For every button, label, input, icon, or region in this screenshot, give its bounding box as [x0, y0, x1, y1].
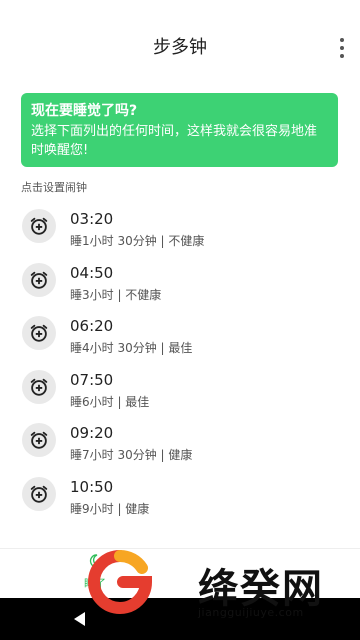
alarm-desc: 睡1小时 30分钟 | 不健康 — [70, 234, 205, 248]
app-title: 步多钟 — [153, 37, 207, 58]
card-body: 选择下面列出的任何时间，这样我就会很容易地准时唤醒您! — [31, 124, 318, 158]
alarm-time: 06:20 — [70, 317, 114, 335]
alarm-add-icon[interactable] — [22, 369, 56, 404]
alarm-desc: 睡7小时 30分钟 | 健康 — [70, 448, 193, 462]
alarm-list: 03:20 睡1小时 30分钟 | 不健康 04:50 睡3小时 | 不健康 0… — [0, 203, 360, 524]
alarm-add-icon[interactable] — [22, 423, 56, 457]
alarm-add-icon[interactable] — [22, 316, 56, 350]
alarm-add-icon[interactable] — [22, 476, 56, 511]
sleep-prompt-card: 现在要睡觉了吗? 选择下面列出的任何时间，这样我就会很容易地准时唤醒您! — [21, 93, 338, 167]
alarm-item[interactable]: 06:20 睡4小时 30分钟 | 最佳 — [0, 310, 360, 364]
alarm-time: 03:20 — [70, 210, 114, 228]
alarm-time: 09:20 — [70, 424, 114, 442]
alarm-item[interactable]: 07:50 睡6小时 | 最佳 — [0, 364, 360, 418]
alarm-desc: 睡6小时 | 最佳 — [70, 394, 150, 409]
alarm-time: 10:50 — [70, 477, 114, 496]
alarm-desc: 睡9小时 | 健康 — [70, 501, 150, 516]
alarm-item[interactable]: 10:50 睡9小时 | 健康 — [0, 471, 360, 525]
alarm-item[interactable]: 03:20 睡1小时 30分钟 | 不健康 — [0, 203, 360, 257]
more-vert-icon[interactable] — [334, 38, 350, 58]
alarm-add-icon[interactable] — [22, 209, 56, 243]
watermark-logo — [88, 550, 152, 614]
alarm-add-icon[interactable] — [22, 262, 56, 297]
alarm-desc: 睡4小时 30分钟 | 最佳 — [70, 341, 193, 355]
section-label: 点击设置闹钟 — [21, 181, 87, 194]
app-bar: 步多钟 — [0, 0, 360, 92]
alarm-item[interactable]: 04:50 睡3小时 | 不健康 — [0, 257, 360, 311]
alarm-desc: 睡3小时 | 不健康 — [70, 287, 162, 302]
card-title: 现在要睡觉了吗? — [31, 103, 138, 119]
watermark-url: jiangguijiuye.com — [198, 606, 304, 619]
alarm-time: 04:50 — [70, 263, 114, 282]
alarm-time: 07:50 — [70, 370, 114, 389]
watermark: 绛癸网 jiangguijiuye.com — [88, 550, 350, 630]
alarm-item[interactable]: 09:20 睡7小时 30分钟 | 健康 — [0, 417, 360, 471]
back-icon[interactable] — [74, 612, 85, 626]
